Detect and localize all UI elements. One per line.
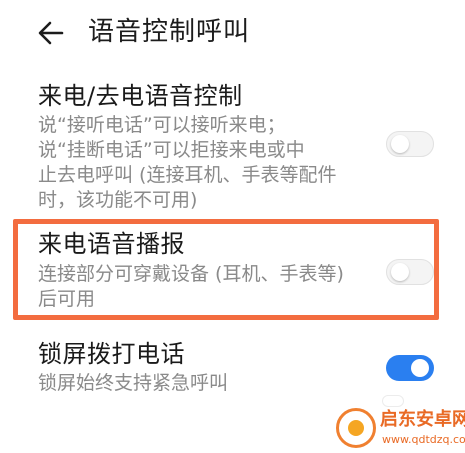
- setting-title: 来电/去电语音控制: [38, 82, 243, 110]
- setting-description: 说“接听电话”可以接听来电； 说“挂断电话”可以拒接来电或中 止去电呼叫 (连接…: [38, 114, 337, 211]
- setting-description: 连接部分可穿戴设备 (耳机、手表等) 后可用: [38, 263, 344, 310]
- toggle-knob: [391, 263, 409, 281]
- watermark: 启东安卓网 www.qdtdzq.com: [328, 404, 465, 452]
- toggle-knob: [411, 359, 429, 377]
- setting-row-incoming-call-announcement[interactable]: 来电语音播报 连接部分可穿戴设备 (耳机、手表等) 后可用: [0, 226, 465, 316]
- watermark-name: 启东安卓网: [380, 409, 465, 430]
- incoming-call-announcement-toggle[interactable]: [386, 259, 434, 285]
- setting-row-lockscreen-dial[interactable]: 锁屏拨打电话 锁屏始终支持紧急呼叫: [0, 336, 465, 400]
- setting-row-call-voice-control[interactable]: 来电/去电语音控制 说“接听电话”可以接听来电； 说“挂断电话”可以拒接来电或中…: [0, 78, 465, 216]
- lockscreen-dial-toggle[interactable]: [386, 355, 434, 381]
- header: 语音控制呼叫: [0, 0, 465, 64]
- back-button[interactable]: [34, 16, 68, 50]
- back-arrow-icon: [38, 21, 64, 45]
- setting-title: 来电语音播报: [38, 230, 185, 258]
- setting-description: 锁屏始终支持紧急呼叫: [38, 372, 229, 394]
- page-title: 语音控制呼叫: [88, 17, 251, 47]
- watermark-url: www.qdtdzq.com: [382, 433, 465, 446]
- call-voice-control-toggle[interactable]: [386, 131, 434, 157]
- watermark-logo-icon: [336, 408, 376, 448]
- toggle-knob: [391, 135, 409, 153]
- setting-title: 锁屏拨打电话: [38, 340, 185, 368]
